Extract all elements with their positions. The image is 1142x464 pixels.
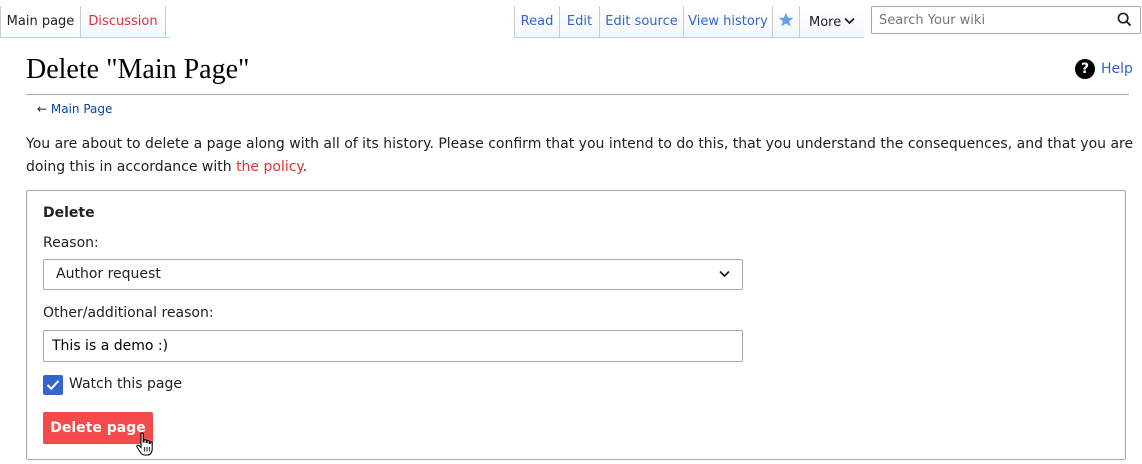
reason-select-value: Author request (56, 266, 161, 282)
tab-discussion[interactable]: Discussion (80, 6, 166, 37)
watch-checkbox[interactable] (43, 375, 63, 395)
tab-baseline-right (514, 37, 864, 38)
tab-baseline-left (0, 37, 170, 38)
checkmark-icon (46, 380, 60, 391)
watch-label[interactable]: Watch this page (69, 376, 182, 392)
fieldset-legend: Delete (43, 205, 95, 221)
search-icon[interactable] (1117, 12, 1132, 27)
intro-text: You are about to delete a page along wit… (26, 136, 1134, 175)
title-divider (26, 94, 1129, 95)
tab-edit[interactable]: Edit (559, 6, 599, 37)
tab-main-page-label: Main page (6, 14, 75, 29)
back-link[interactable]: Main Page (51, 102, 113, 116)
intro-end: . (302, 159, 308, 175)
tab-edit-label: Edit (566, 14, 593, 29)
chevron-down-icon (719, 270, 730, 278)
reason-label: Reason: (43, 235, 99, 251)
tab-edit-source[interactable]: Edit source (599, 6, 683, 37)
top-navigation: Main page Discussion Read Edit Edit sour… (0, 0, 1142, 38)
tab-view-history-label: View history (688, 14, 768, 29)
page-title: Delete "Main Page" (26, 54, 250, 85)
hand-cursor-icon (136, 432, 153, 456)
help-icon: ? (1075, 59, 1095, 79)
help-link[interactable]: ? Help (1075, 59, 1133, 79)
help-label[interactable]: Help (1101, 61, 1133, 77)
search-input[interactable] (877, 7, 1111, 33)
reason-select[interactable]: Author request (43, 259, 743, 290)
tab-read-label: Read (520, 14, 554, 29)
chevron-down-icon (844, 17, 855, 25)
intro-paragraph: You are about to delete a page along wit… (26, 133, 1136, 179)
tab-read[interactable]: Read (514, 6, 559, 37)
watch-star-button[interactable] (772, 6, 799, 37)
more-label: More (809, 15, 842, 30)
breadcrumb: ← Main Page (37, 102, 112, 116)
search-box (871, 6, 1141, 34)
back-arrow-icon: ← (37, 102, 48, 116)
tab-view-history[interactable]: View history (683, 6, 772, 37)
policy-link[interactable]: the policy (236, 159, 303, 175)
more-menu[interactable]: More (799, 6, 864, 37)
delete-fieldset (26, 190, 1126, 460)
other-reason-input[interactable]: This is a demo :) (43, 330, 743, 362)
star-icon (778, 12, 794, 27)
tab-edit-source-label: Edit source (605, 14, 678, 29)
tab-discussion-label: Discussion (88, 14, 158, 29)
other-reason-label: Other/additional reason: (43, 305, 214, 321)
tab-main-page[interactable]: Main page (0, 6, 80, 37)
